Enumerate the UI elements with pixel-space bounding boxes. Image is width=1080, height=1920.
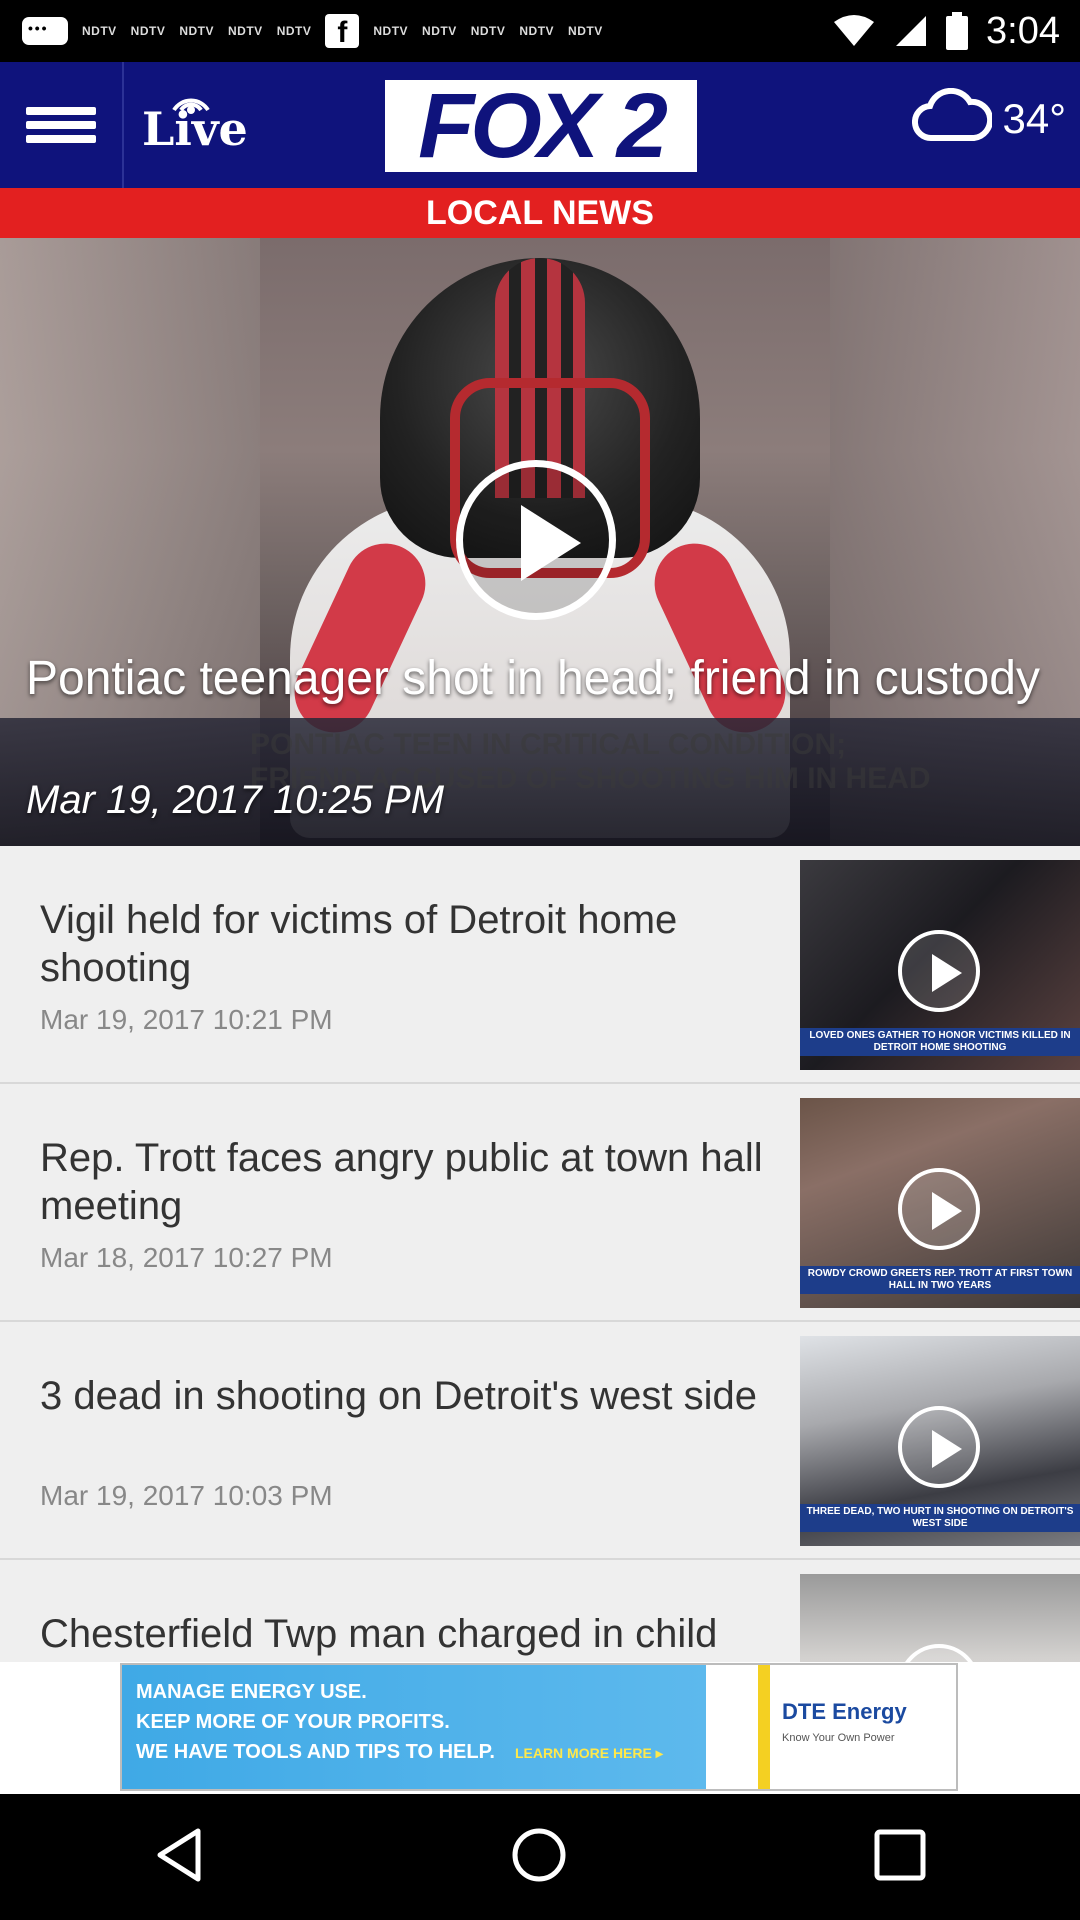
dte-energy-logo: DTE Energy Know Your Own Power (782, 1699, 907, 1744)
thumbnail-caption: ROWDY CROWD GREETS REP. TROTT AT FIRST T… (800, 1266, 1080, 1294)
news-list: Vigil held for victims of Detroit home s… (0, 846, 1080, 1662)
battery-icon (946, 12, 969, 50)
section-title: LOCAL NEWS (0, 188, 1080, 238)
ad-cta[interactable]: LEARN MORE HERE ▸ (515, 1745, 663, 1761)
play-icon[interactable] (898, 1168, 980, 1250)
recents-icon[interactable] (874, 1829, 926, 1886)
facebook-icon: f (325, 14, 360, 49)
message-icon (22, 17, 68, 45)
ndtv-notification-icon: NDTV (276, 24, 312, 38)
list-item[interactable]: 3 dead in shooting on Detroit's west sid… (0, 1322, 1080, 1560)
list-item[interactable]: Rep. Trott faces angry public at town ha… (0, 1084, 1080, 1322)
play-icon[interactable] (898, 1644, 980, 1662)
wifi-icon (832, 14, 876, 48)
system-nav-bar (0, 1794, 1080, 1920)
news-date: Mar 18, 2017 10:27 PM (40, 1242, 333, 1273)
news-thumbnail[interactable]: ROWDY CROWD GREETS REP. TROTT AT FIRST T… (800, 1098, 1080, 1308)
ad-banner[interactable]: MANAGE ENERGY USE. KEEP MORE OF YOUR PRO… (120, 1663, 958, 1791)
news-title[interactable]: Rep. Trott faces angry public at town ha… (40, 1134, 770, 1230)
news-title[interactable]: Vigil held for victims of Detroit home s… (40, 896, 770, 992)
ad-banner-container: MANAGE ENERGY USE. KEEP MORE OF YOUR PRO… (0, 1662, 1080, 1794)
ndtv-notification-icon: NDTV (373, 24, 409, 38)
ndtv-notification-icon: NDTV (179, 24, 215, 38)
menu-button[interactable] (0, 62, 124, 188)
hero-story[interactable]: PONTIAC TEEN IN CRITICAL CONDITION; FRIE… (0, 238, 1080, 846)
list-item[interactable]: Vigil held for victims of Detroit home s… (0, 846, 1080, 1084)
list-item[interactable]: Chesterfield Twp man charged in child (0, 1560, 1080, 1662)
clock: 3:04 (986, 9, 1060, 52)
news-date: Mar 19, 2017 10:21 PM (40, 1004, 333, 1035)
ndtv-notification-icon: NDTV (130, 24, 166, 38)
hamburger-icon (26, 101, 96, 149)
home-icon[interactable] (511, 1827, 567, 1888)
hero-title[interactable]: Pontiac teenager shot in head; friend in… (26, 648, 1046, 710)
ndtv-notification-icon: NDTV (519, 24, 555, 38)
live-button[interactable]: Live (124, 62, 248, 188)
play-icon[interactable] (898, 930, 980, 1012)
status-bar: NDTV NDTV NDTV NDTV NDTV f NDTV NDTV NDT… (0, 0, 1080, 62)
ndtv-notification-icon: NDTV (470, 24, 506, 38)
fox2-logo: FOX 2 (385, 75, 697, 177)
news-thumbnail[interactable]: LOVED ONES GATHER TO HONOR VICTIMS KILLE… (800, 860, 1080, 1070)
weather-widget[interactable]: 34° (912, 87, 1066, 149)
play-icon[interactable] (898, 1406, 980, 1488)
thumbnail-caption: THREE DEAD, TWO HURT IN SHOOTING ON DETR… (800, 1504, 1080, 1532)
play-icon[interactable] (456, 460, 616, 620)
ndtv-notification-icon: NDTV (568, 24, 603, 38)
ndtv-notification-icon: NDTV (422, 24, 457, 38)
cloud-icon (912, 87, 994, 149)
thumbnail-caption: LOVED ONES GATHER TO HONOR VICTIMS KILLE… (800, 1028, 1080, 1056)
news-thumbnail[interactable] (800, 1574, 1080, 1662)
broadcast-icon (168, 80, 214, 119)
back-icon[interactable] (154, 1827, 204, 1888)
news-thumbnail[interactable]: THREE DEAD, TWO HURT IN SHOOTING ON DETR… (800, 1336, 1080, 1546)
news-title[interactable]: 3 dead in shooting on Detroit's west sid… (40, 1372, 770, 1420)
ndtv-notification-icon: NDTV (82, 24, 117, 38)
news-title[interactable]: Chesterfield Twp man charged in child (40, 1610, 770, 1658)
ndtv-notification-icon: NDTV (228, 24, 263, 38)
weather-temperature: 34° (1002, 94, 1066, 142)
hero-date: Mar 19, 2017 10:25 PM (26, 778, 445, 822)
signal-icon (894, 14, 928, 48)
news-date: Mar 19, 2017 10:03 PM (40, 1480, 333, 1511)
